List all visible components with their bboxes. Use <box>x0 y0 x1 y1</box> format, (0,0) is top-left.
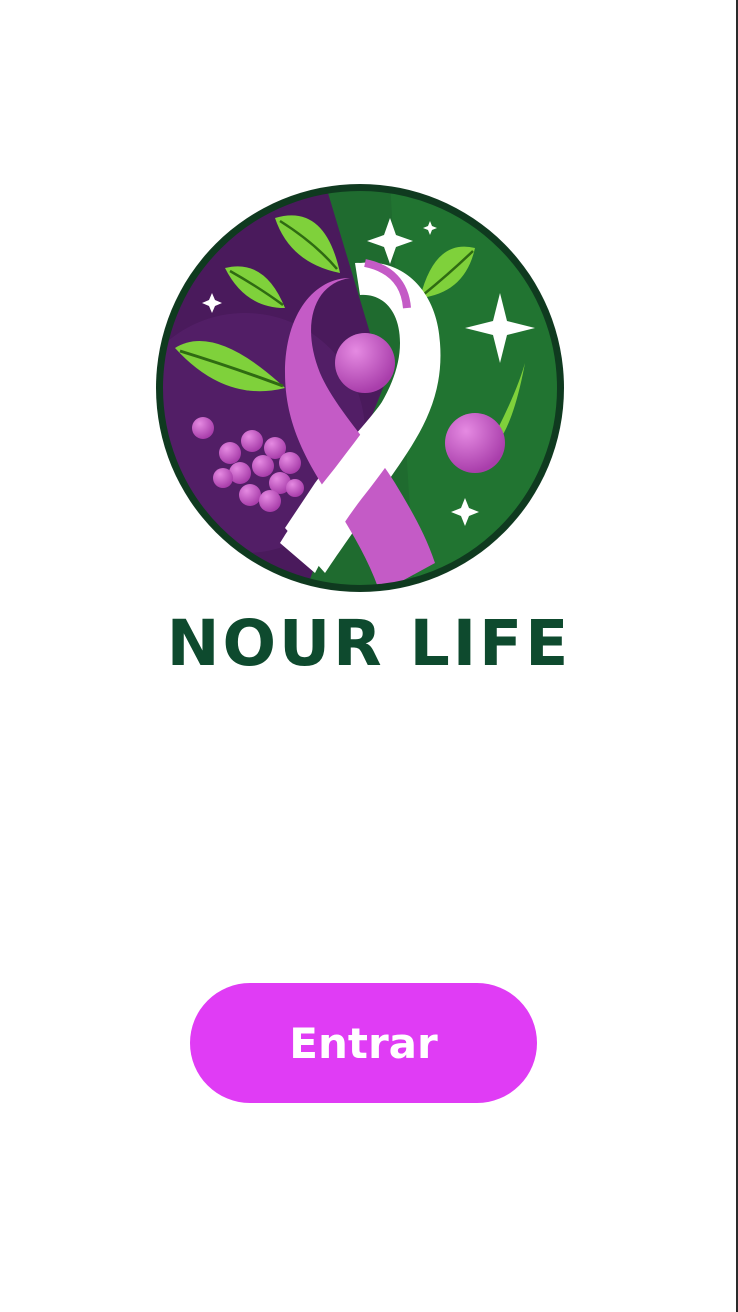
brand-name: NOUR LIFE <box>166 607 572 680</box>
ribbon-logo-icon <box>156 184 564 592</box>
enter-button[interactable]: Entrar <box>190 983 537 1103</box>
app-logo <box>155 183 565 593</box>
welcome-screen: NOUR LIFE Entrar <box>0 0 738 1312</box>
